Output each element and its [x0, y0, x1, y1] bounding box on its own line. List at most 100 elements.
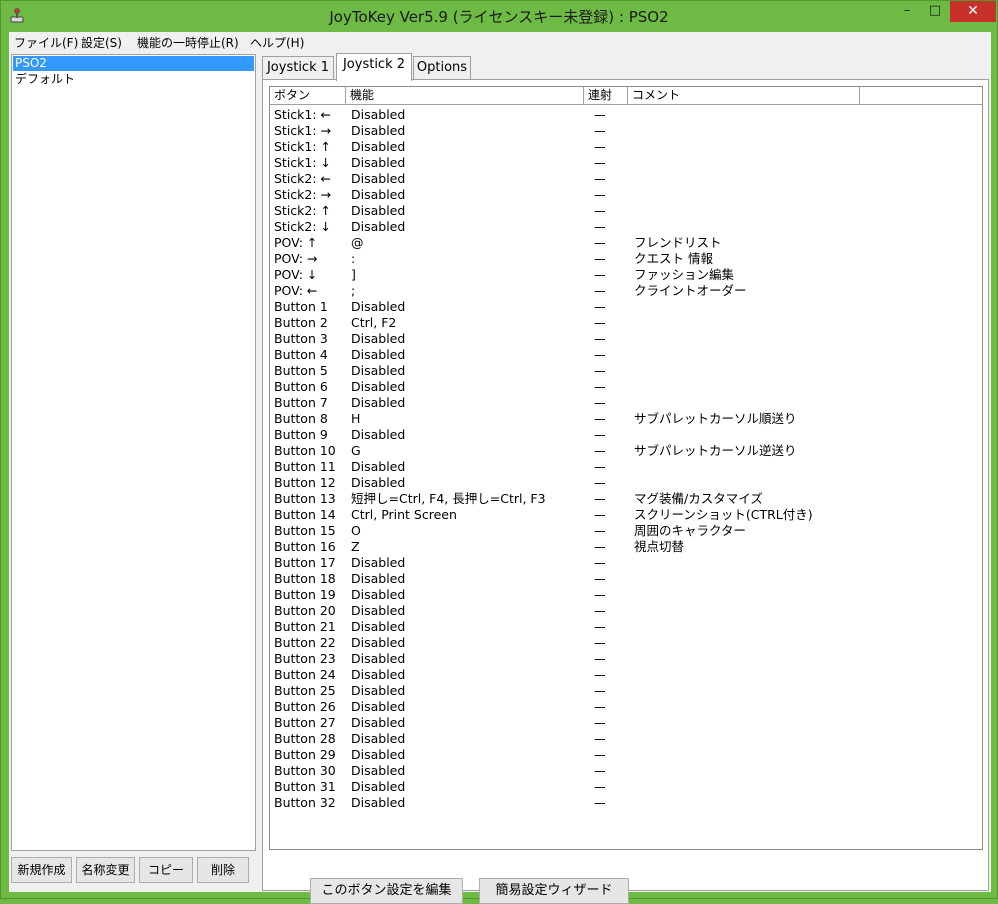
column-header-rapid-fire[interactable]: 連射	[584, 87, 628, 104]
table-row[interactable]: POV: ←; --- クライントオーダー	[270, 283, 982, 299]
table-row[interactable]: Button 30 Disabled ---	[270, 763, 982, 779]
table-row[interactable]: POV: ↑ @ --- フレンドリスト	[270, 235, 982, 251]
maximize-button[interactable]: □	[922, 1, 948, 22]
table-row[interactable]: Button 14 Ctrl, Print Screen --- スクリーンショット(…	[270, 507, 982, 523]
profile-list[interactable]: PSO2 デフォルト	[11, 54, 256, 851]
row-rapid-fire: ---	[594, 267, 606, 282]
rename-profile-button[interactable]: 名称変更	[76, 857, 135, 883]
button-assignment-list[interactable]: ボタン 機能 連射 コメント Stick1: ← Disabled --- Stick…	[269, 86, 983, 850]
table-row[interactable]: POV: →: --- クエスト 情報	[270, 251, 982, 267]
row-rapid-fire: ---	[594, 667, 606, 682]
menu-settings[interactable]: 設定(S)	[81, 34, 122, 51]
row-function: :	[351, 251, 356, 266]
table-row[interactable]: Button 31 Disabled ---	[270, 779, 982, 795]
table-row[interactable]: POV: ↓] --- ファッション編集	[270, 267, 982, 283]
table-row[interactable]: Button 8 H --- サブパレットカーソル順送り	[270, 411, 982, 427]
delete-profile-button[interactable]: 削除	[197, 857, 249, 883]
setup-wizard-button[interactable]: 簡易設定ウィザード	[479, 878, 629, 904]
row-function: Disabled	[351, 123, 406, 138]
row-button-name: Stick2: →	[274, 187, 332, 202]
table-row[interactable]: Button 5 Disabled ---	[270, 363, 982, 379]
column-header-function[interactable]: 機能	[346, 87, 584, 104]
minimize-button[interactable]: –	[894, 1, 920, 22]
menu-file[interactable]: ファイル(F)	[14, 34, 78, 51]
row-function: O	[351, 523, 361, 538]
new-profile-button[interactable]: 新規作成	[11, 857, 72, 883]
table-row[interactable]: Button 24 Disabled ---	[270, 667, 982, 683]
row-button-name: Button 11	[274, 459, 336, 474]
table-row[interactable]: Button 2 Ctrl, F2 ---	[270, 315, 982, 331]
row-rapid-fire: ---	[594, 715, 606, 730]
row-comment: ファッション編集	[634, 267, 735, 282]
row-rapid-fire: ---	[594, 475, 606, 490]
title-bar[interactable]: JoyToKey Ver5.9 (ライセンスキー未登録) : PSO2 – □ …	[1, 1, 997, 31]
row-rapid-fire: ---	[594, 299, 606, 314]
table-row[interactable]: Button 27 Disabled ---	[270, 715, 982, 731]
tab-joystick-2[interactable]: Joystick 2	[336, 53, 412, 81]
table-row[interactable]: Button 1 Disabled ---	[270, 299, 982, 315]
menu-help[interactable]: ヘルプ(H)	[250, 34, 304, 51]
table-row[interactable]: Button 32 Disabled ---	[270, 795, 982, 811]
table-row[interactable]: Button 13 短押し=Ctrl, F4, 長押し=Ctrl, F3 --- マグ…	[270, 491, 982, 507]
profile-item-pso2[interactable]: PSO2	[13, 56, 254, 71]
table-row[interactable]: Button 12 Disabled ---	[270, 475, 982, 491]
table-row[interactable]: Button 11 Disabled ---	[270, 459, 982, 475]
table-row[interactable]: Button 22 Disabled ---	[270, 635, 982, 651]
table-row[interactable]: Button 29 Disabled ---	[270, 747, 982, 763]
table-row[interactable]: Button 28 Disabled ---	[270, 731, 982, 747]
table-row[interactable]: Button 15 O --- 周囲のキャラクター	[270, 523, 982, 539]
table-row[interactable]: Button 20 Disabled ---	[270, 603, 982, 619]
row-function: Disabled	[351, 187, 406, 202]
table-row[interactable]: Button 6 Disabled ---	[270, 379, 982, 395]
table-row[interactable]: Stick2: → Disabled ---	[270, 187, 982, 203]
row-button-name: Button 32	[274, 795, 336, 810]
row-comment: クライントオーダー	[634, 283, 747, 298]
table-row[interactable]: Button 21 Disabled ---	[270, 619, 982, 635]
row-rapid-fire: ---	[594, 587, 606, 602]
row-function: Disabled	[351, 139, 406, 154]
table-row[interactable]: Button 25 Disabled ---	[270, 683, 982, 699]
row-button-name: Button 3	[274, 331, 328, 346]
row-function: Disabled	[351, 459, 406, 474]
copy-profile-button[interactable]: コピー	[139, 857, 193, 883]
row-button-name: Button 5	[274, 363, 328, 378]
row-comment: サブパレットカーソル順送り	[634, 411, 797, 426]
table-row[interactable]: Stick2: ↑ Disabled ---	[270, 203, 982, 219]
table-row[interactable]: Button 23 Disabled ---	[270, 651, 982, 667]
row-function: Disabled	[351, 779, 406, 794]
edit-button-setting-button[interactable]: このボタン設定を編集	[310, 878, 463, 904]
tab-joystick-1[interactable]: Joystick 1	[262, 56, 334, 80]
column-header-filler	[860, 87, 982, 104]
column-header-comment[interactable]: コメント	[628, 87, 860, 104]
row-rapid-fire: ---	[594, 411, 606, 426]
table-row[interactable]: Stick2: ← Disabled ---	[270, 171, 982, 187]
table-row[interactable]: Stick1: ↑ Disabled ---	[270, 139, 982, 155]
table-row[interactable]: Button 19 Disabled ---	[270, 587, 982, 603]
row-button-name: Button 26	[274, 699, 336, 714]
tab-options[interactable]: Options	[413, 56, 471, 80]
table-row[interactable]: Stick2: ↓ Disabled ---	[270, 219, 982, 235]
table-row[interactable]: Button 16 Z --- 視点切替	[270, 539, 982, 555]
row-button-name: Button 27	[274, 715, 336, 730]
table-row[interactable]: Button 10 G --- サブパレットカーソル逆送り	[270, 443, 982, 459]
table-row[interactable]: Button 7 Disabled ---	[270, 395, 982, 411]
row-rapid-fire: ---	[594, 699, 606, 714]
table-row[interactable]: Button 17 Disabled ---	[270, 555, 982, 571]
menu-pause-function[interactable]: 機能の一時停止(R)	[137, 34, 239, 51]
row-button-name: Stick1: ←	[274, 107, 332, 122]
table-row[interactable]: Button 18 Disabled ---	[270, 571, 982, 587]
table-row[interactable]: Button 26 Disabled ---	[270, 699, 982, 715]
close-button[interactable]: ✕	[950, 1, 996, 22]
row-button-name: POV: ↓	[274, 267, 318, 282]
table-row[interactable]: Button 3 Disabled ---	[270, 331, 982, 347]
table-row[interactable]: Stick1: → Disabled ---	[270, 123, 982, 139]
profile-item-default[interactable]: デフォルト	[13, 72, 254, 87]
row-function: Disabled	[351, 667, 406, 682]
row-button-name: Button 8	[274, 411, 328, 426]
table-row[interactable]: Stick1: ← Disabled ---	[270, 107, 982, 123]
table-row[interactable]: Button 9 Disabled ---	[270, 427, 982, 443]
row-button-name: Button 20	[274, 603, 336, 618]
table-row[interactable]: Button 4 Disabled ---	[270, 347, 982, 363]
column-header-button[interactable]: ボタン	[270, 87, 346, 104]
table-row[interactable]: Stick1: ↓ Disabled ---	[270, 155, 982, 171]
